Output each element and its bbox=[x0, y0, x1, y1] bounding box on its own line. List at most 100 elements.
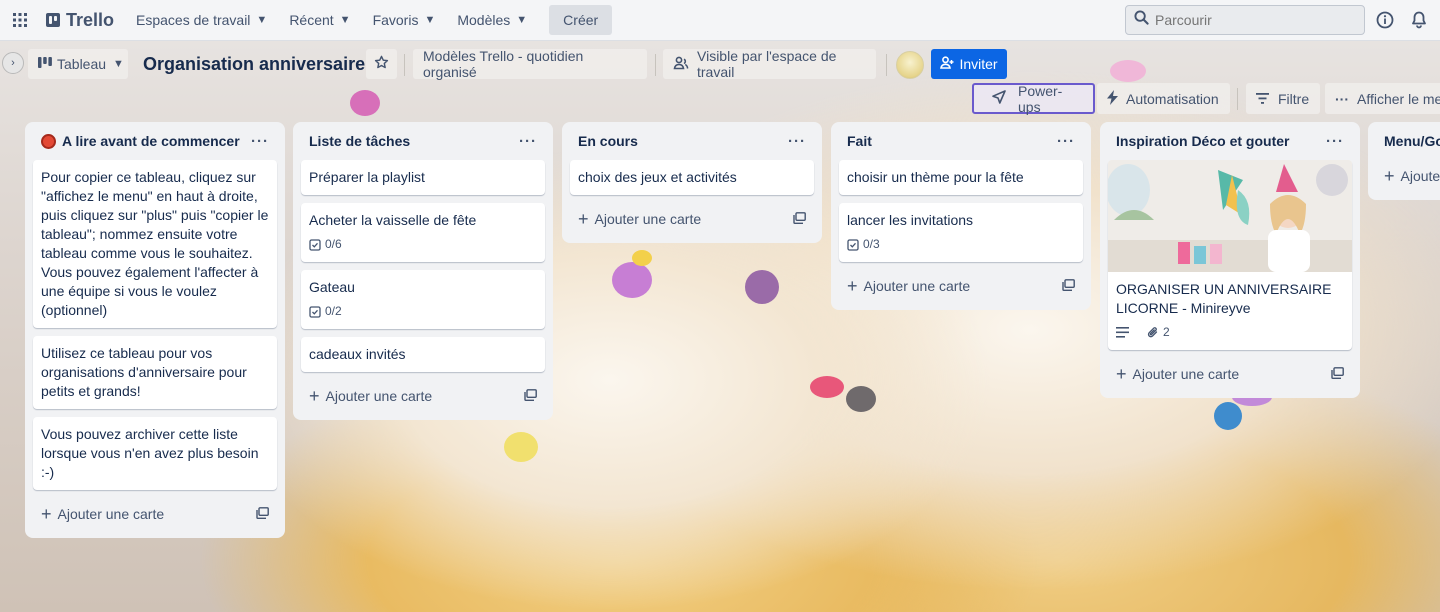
create-from-template-icon[interactable] bbox=[1062, 278, 1075, 294]
list-card[interactable]: ORGANISER UN ANNIVERSAIRE LICORNE - Mini… bbox=[1108, 160, 1352, 350]
search-box[interactable] bbox=[1125, 5, 1365, 35]
card-text: Pour copier ce tableau, cliquez sur "aff… bbox=[41, 169, 269, 318]
list-header: Liste de tâches ··· bbox=[301, 122, 545, 160]
create-from-template-icon[interactable] bbox=[1331, 366, 1344, 382]
party-photo-illustration bbox=[1108, 160, 1352, 272]
list-card[interactable]: choisir un thème pour la fête bbox=[839, 160, 1083, 195]
plus-icon: + bbox=[578, 208, 589, 229]
chevron-down-icon: ▼ bbox=[113, 58, 124, 70]
list-title[interactable]: En cours bbox=[578, 133, 638, 149]
list-title[interactable]: Inspiration Déco et gouter bbox=[1116, 133, 1289, 149]
chevron-right-icon: › bbox=[11, 57, 15, 69]
card-text: Vous pouvez archiver cette liste lorsque… bbox=[41, 426, 259, 480]
view-switcher-button[interactable]: Tableau ▼ bbox=[28, 49, 128, 79]
nav-templates[interactable]: Modèles ▼ bbox=[457, 12, 527, 28]
add-card-label: Ajouter une carte bbox=[1132, 366, 1240, 382]
nav-recent[interactable]: Récent ▼ bbox=[289, 12, 350, 28]
add-card-label: Ajoute bbox=[1400, 168, 1440, 184]
list-more-icon[interactable]: ··· bbox=[1326, 133, 1344, 150]
view-switcher-label: Tableau bbox=[57, 56, 107, 72]
card-text: choix des jeux et activités bbox=[578, 169, 737, 185]
list-title-text: A lire avant de commencer bbox=[62, 133, 240, 149]
rocket-icon bbox=[992, 90, 1006, 107]
top-navigation-bar: Trello Espaces de travail ▼ Récent ▼ Fav… bbox=[0, 0, 1440, 41]
checklist-count: 0/6 bbox=[325, 237, 342, 251]
power-ups-button[interactable]: Power-ups bbox=[972, 83, 1095, 115]
add-card-button[interactable]: + Ajouter une carte bbox=[301, 380, 545, 412]
nav-starred[interactable]: Favoris ▼ bbox=[373, 12, 436, 28]
app-switcher-icon[interactable] bbox=[10, 10, 30, 30]
list-card[interactable]: Utilisez ce tableau pour vos organisatio… bbox=[33, 336, 277, 409]
star-board-button[interactable] bbox=[366, 49, 397, 79]
board-title[interactable]: Organisation anniversaire bbox=[143, 54, 365, 75]
automation-button[interactable]: Automatisation bbox=[1097, 83, 1230, 114]
list-more-icon[interactable]: ··· bbox=[251, 133, 269, 150]
list-title[interactable]: Menu/Go bbox=[1384, 133, 1440, 149]
list-card[interactable]: Pour copier ce tableau, cliquez sur "aff… bbox=[33, 160, 277, 328]
add-card-button[interactable]: + Ajouter une carte bbox=[570, 203, 814, 235]
filter-button[interactable]: Filtre bbox=[1246, 83, 1320, 114]
add-card-label: Ajouter une carte bbox=[594, 211, 702, 227]
invite-label: Inviter bbox=[959, 56, 998, 72]
create-from-template-icon[interactable] bbox=[524, 388, 537, 404]
sidebar-toggle-button[interactable]: › bbox=[2, 52, 24, 74]
list-card[interactable]: Vous pouvez archiver cette liste lorsque… bbox=[33, 417, 277, 490]
add-card-button[interactable]: + Ajoute bbox=[1376, 160, 1440, 192]
create-from-template-icon[interactable] bbox=[256, 506, 269, 522]
add-card-button[interactable]: + Ajouter une carte bbox=[33, 498, 277, 530]
list-card[interactable]: Acheter la vaisselle de fête 0/6 bbox=[301, 203, 545, 262]
chevron-down-icon: ▼ bbox=[424, 14, 436, 26]
list-more-icon[interactable]: ··· bbox=[519, 133, 537, 150]
star-icon bbox=[374, 55, 389, 73]
list-more-icon[interactable]: ··· bbox=[1057, 133, 1075, 150]
add-card-button[interactable]: + Ajouter une carte bbox=[839, 270, 1083, 302]
list-card[interactable]: choix des jeux et activités bbox=[570, 160, 814, 195]
notifications-bell-icon[interactable] bbox=[1409, 10, 1429, 30]
plus-icon: + bbox=[847, 275, 858, 296]
member-avatar[interactable] bbox=[896, 51, 924, 79]
list-more-icon[interactable]: ··· bbox=[788, 133, 806, 150]
nav-workspaces[interactable]: Espaces de travail ▼ bbox=[136, 12, 267, 28]
list-card[interactable]: cadeaux invités bbox=[301, 337, 545, 372]
list-title[interactable]: Fait bbox=[847, 133, 872, 149]
list-done: Fait ··· choisir un thème pour la fête l… bbox=[831, 122, 1091, 310]
template-link-button[interactable]: Modèles Trello - quotidien organisé bbox=[413, 48, 647, 80]
visibility-button[interactable]: Visible par l'espace de travail bbox=[663, 48, 876, 80]
attachments-count: 2 bbox=[1163, 325, 1170, 339]
card-cover-image bbox=[1108, 160, 1352, 272]
header-divider bbox=[404, 54, 405, 76]
list-inspiration: Inspiration Déco et gouter ··· ORGANISER… bbox=[1100, 122, 1360, 398]
card-text: ORGANISER UN ANNIVERSAIRE LICORNE - Mini… bbox=[1116, 281, 1332, 316]
list-title[interactable]: A lire avant de commencer bbox=[41, 133, 240, 149]
create-button[interactable]: Créer bbox=[549, 5, 613, 35]
checklist-badge: 0/6 bbox=[309, 235, 342, 254]
list-menu-partial: Menu/Go + Ajoute bbox=[1368, 122, 1440, 200]
list-header: Fait ··· bbox=[839, 122, 1083, 160]
visibility-label: Visible par l'espace de travail bbox=[697, 48, 837, 80]
list-card[interactable]: Gateau 0/2 bbox=[301, 270, 545, 329]
filter-label: Filtre bbox=[1278, 90, 1310, 107]
list-title[interactable]: Liste de tâches bbox=[309, 133, 410, 149]
invite-button[interactable]: Inviter bbox=[931, 49, 1007, 79]
list-read-first: A lire avant de commencer ··· Pour copie… bbox=[25, 122, 285, 538]
lightning-bolt-icon bbox=[1107, 89, 1118, 108]
checklist-icon bbox=[309, 238, 321, 251]
list-card[interactable]: Préparer la playlist bbox=[301, 160, 545, 195]
show-menu-button[interactable]: ··· Afficher le menu bbox=[1325, 83, 1440, 114]
search-input[interactable] bbox=[1155, 12, 1355, 28]
paperclip-icon bbox=[1147, 327, 1158, 338]
automation-label: Automatisation bbox=[1126, 90, 1219, 107]
add-card-button[interactable]: + Ajouter une carte bbox=[1108, 358, 1352, 390]
checklist-icon bbox=[309, 305, 321, 318]
background-sprinkle bbox=[350, 90, 380, 116]
nav-templates-label: Modèles bbox=[457, 12, 511, 28]
show-menu-label: Afficher le menu bbox=[1357, 90, 1440, 107]
background-sprinkle bbox=[810, 376, 844, 398]
filter-icon bbox=[1256, 91, 1269, 107]
more-dots-icon: ··· bbox=[1335, 90, 1349, 107]
trello-logo[interactable]: Trello bbox=[46, 10, 114, 31]
list-card[interactable]: lancer les invitations 0/3 bbox=[839, 203, 1083, 262]
info-icon[interactable] bbox=[1375, 10, 1395, 30]
plus-icon: + bbox=[41, 503, 52, 524]
create-from-template-icon[interactable] bbox=[793, 211, 806, 227]
